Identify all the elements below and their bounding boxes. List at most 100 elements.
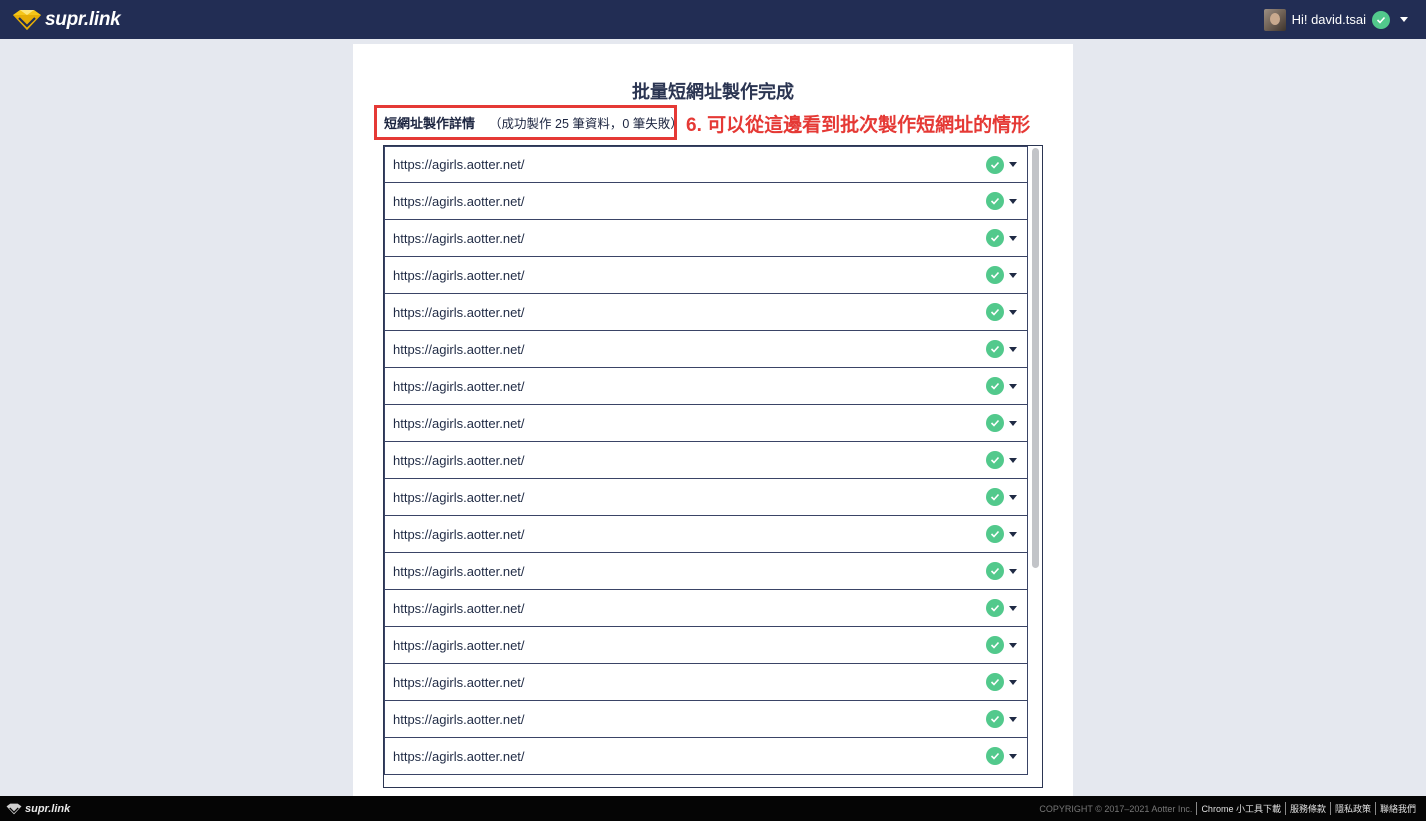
link-url[interactable]: https://agirls.aotter.net/ [393, 305, 525, 320]
link-row[interactable]: https://agirls.aotter.net/ [384, 516, 1028, 553]
row-actions [986, 414, 1017, 432]
link-row[interactable]: https://agirls.aotter.net/ [384, 627, 1028, 664]
row-actions [986, 451, 1017, 469]
brand-logo[interactable]: supr.link [12, 9, 121, 31]
link-row[interactable]: https://agirls.aotter.net/ [384, 257, 1028, 294]
avatar [1263, 8, 1286, 31]
chevron-down-icon[interactable] [1009, 309, 1017, 315]
check-circle-icon [986, 747, 1004, 765]
link-row[interactable]: https://agirls.aotter.net/ [384, 331, 1028, 368]
link-row[interactable]: https://agirls.aotter.net/ [384, 442, 1028, 479]
check-circle-icon [986, 599, 1004, 617]
link-row[interactable]: https://agirls.aotter.net/ [384, 479, 1028, 516]
link-url[interactable]: https://agirls.aotter.net/ [393, 675, 525, 690]
link-row[interactable]: https://agirls.aotter.net/ [384, 664, 1028, 701]
chevron-down-icon[interactable] [1009, 605, 1017, 611]
chevron-down-icon[interactable] [1009, 235, 1017, 241]
scrollbar-thumb[interactable] [1032, 148, 1039, 568]
check-circle-icon [986, 710, 1004, 728]
link-url[interactable]: https://agirls.aotter.net/ [393, 379, 525, 394]
check-circle-icon [986, 303, 1004, 321]
row-actions [986, 266, 1017, 284]
user-greeting: Hi! david.tsai [1291, 12, 1366, 27]
chevron-down-icon[interactable] [1009, 531, 1017, 537]
link-list[interactable]: https://agirls.aotter.net/https://agirls… [383, 145, 1043, 788]
check-circle-icon [986, 414, 1004, 432]
link-url[interactable]: https://agirls.aotter.net/ [393, 268, 525, 283]
row-actions [986, 192, 1017, 210]
check-circle-icon [986, 229, 1004, 247]
chevron-down-icon[interactable] [1009, 753, 1017, 759]
link-row[interactable]: https://agirls.aotter.net/ [384, 738, 1028, 775]
check-circle-icon [986, 488, 1004, 506]
link-row[interactable]: https://agirls.aotter.net/ [384, 590, 1028, 627]
check-circle-icon [986, 155, 1004, 174]
chevron-down-icon[interactable] [1009, 198, 1017, 204]
link-row[interactable]: https://agirls.aotter.net/ [384, 368, 1028, 405]
chevron-down-icon[interactable] [1400, 17, 1408, 22]
chevron-down-icon[interactable] [1009, 272, 1017, 278]
row-actions [986, 636, 1017, 654]
footer-brand-name: supr.link [25, 802, 71, 815]
footer-link-privacy[interactable]: 隱私政策 [1329, 802, 1375, 815]
chevron-down-icon[interactable] [1009, 420, 1017, 426]
row-actions [986, 673, 1017, 691]
link-url[interactable]: https://agirls.aotter.net/ [393, 157, 525, 172]
row-actions [986, 747, 1017, 765]
link-list-rows: https://agirls.aotter.net/https://agirls… [384, 146, 1028, 775]
link-url[interactable]: https://agirls.aotter.net/ [393, 453, 525, 468]
chevron-down-icon[interactable] [1009, 346, 1017, 352]
check-circle-icon [986, 525, 1004, 543]
footer-link-contact[interactable]: 聯絡我們 [1374, 802, 1420, 815]
row-actions [986, 155, 1017, 174]
chevron-down-icon[interactable] [1009, 494, 1017, 500]
link-row[interactable]: https://agirls.aotter.net/ [384, 701, 1028, 738]
link-row[interactable]: https://agirls.aotter.net/ [384, 553, 1028, 590]
row-actions [986, 562, 1017, 580]
details-summary: （成功製作 25 筆資料，0 筆失敗） [489, 117, 683, 131]
footer-logo[interactable]: supr.link [6, 803, 70, 815]
link-url[interactable]: https://agirls.aotter.net/ [393, 638, 525, 653]
check-circle-icon [986, 266, 1004, 284]
diamond-logo-icon [13, 9, 41, 30]
chevron-down-icon[interactable] [1009, 568, 1017, 574]
row-actions [986, 377, 1017, 395]
chevron-down-icon[interactable] [1009, 642, 1017, 648]
link-url[interactable]: https://agirls.aotter.net/ [393, 416, 525, 431]
chevron-down-icon[interactable] [1009, 162, 1017, 167]
link-url[interactable]: https://agirls.aotter.net/ [393, 527, 525, 542]
check-circle-icon [986, 562, 1004, 580]
row-actions [986, 229, 1017, 247]
link-url[interactable]: https://agirls.aotter.net/ [393, 342, 525, 357]
check-circle-icon [986, 377, 1004, 395]
link-url[interactable]: https://agirls.aotter.net/ [393, 601, 525, 616]
link-url[interactable]: https://agirls.aotter.net/ [393, 490, 525, 505]
user-menu[interactable]: Hi! david.tsai [1263, 8, 1408, 31]
chevron-down-icon[interactable] [1009, 457, 1017, 463]
check-circle-icon [1372, 10, 1390, 29]
footer: supr.link COPYRIGHT © 2017–2021 Aotter I… [0, 796, 1426, 821]
chevron-down-icon[interactable] [1009, 679, 1017, 685]
check-circle-icon [986, 673, 1004, 691]
chevron-down-icon[interactable] [1009, 383, 1017, 389]
link-row[interactable]: https://agirls.aotter.net/ [384, 220, 1028, 257]
chevron-down-icon[interactable] [1009, 716, 1017, 722]
link-row[interactable]: https://agirls.aotter.net/ [384, 405, 1028, 442]
link-row[interactable]: https://agirls.aotter.net/ [384, 183, 1028, 220]
link-row[interactable]: https://agirls.aotter.net/ [384, 294, 1028, 331]
link-url[interactable]: https://agirls.aotter.net/ [393, 194, 525, 209]
check-circle-icon [986, 451, 1004, 469]
link-url[interactable]: https://agirls.aotter.net/ [393, 749, 525, 764]
footer-link-terms[interactable]: 服務條款 [1284, 802, 1330, 815]
link-row[interactable]: https://agirls.aotter.net/ [384, 146, 1028, 183]
link-url[interactable]: https://agirls.aotter.net/ [393, 231, 525, 246]
scrollbar[interactable] [1030, 148, 1040, 785]
check-circle-icon [986, 636, 1004, 654]
link-url[interactable]: https://agirls.aotter.net/ [393, 564, 525, 579]
link-url[interactable]: https://agirls.aotter.net/ [393, 712, 525, 727]
row-actions [986, 710, 1017, 728]
footer-link-chrome[interactable]: Chrome 小工具下載 [1196, 802, 1285, 815]
diamond-logo-icon [6, 803, 22, 814]
copyright-text: COPYRIGHT © 2017–2021 Aotter Inc. [1039, 803, 1193, 814]
row-actions [986, 340, 1017, 358]
